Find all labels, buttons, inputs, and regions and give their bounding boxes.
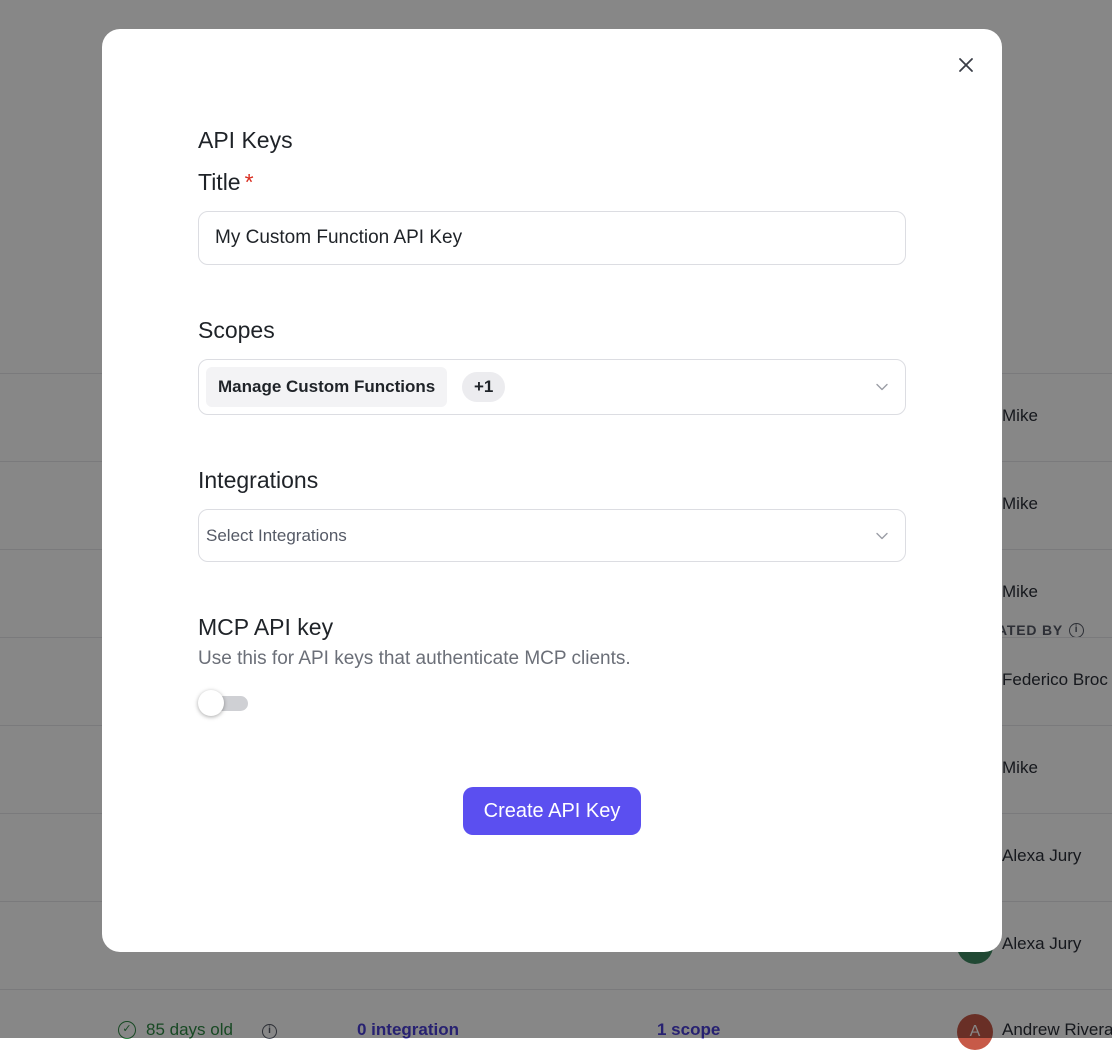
scopes-label: Scopes xyxy=(198,317,275,343)
title-input[interactable] xyxy=(198,211,906,265)
toggle-knob xyxy=(198,690,224,716)
integrations-label: Integrations xyxy=(198,467,319,493)
close-button[interactable] xyxy=(954,53,978,77)
title-label: Title * xyxy=(198,169,254,195)
scopes-more-badge[interactable]: +1 xyxy=(462,372,506,402)
mcp-toggle[interactable] xyxy=(198,690,250,716)
scope-chip[interactable]: Manage Custom Functions xyxy=(206,367,448,407)
integrations-select[interactable]: Select Integrations xyxy=(198,509,906,562)
create-api-key-modal: API Keys Title* Scopes Manage Custom Fun… xyxy=(102,29,1002,952)
mcp-label: MCP API key xyxy=(198,614,334,640)
mcp-description: Use this for API keys that authenticate … xyxy=(198,648,631,669)
scopes-select[interactable]: Manage Custom Functions +1 xyxy=(198,359,906,415)
close-icon xyxy=(959,58,973,72)
required-asterisk: * xyxy=(244,169,254,195)
chevron-down-icon xyxy=(876,383,888,391)
modal-heading: API Keys xyxy=(198,127,293,153)
integrations-placeholder: Select Integrations xyxy=(206,526,347,545)
create-api-key-button[interactable]: Create API Key xyxy=(463,787,641,835)
chevron-down-icon xyxy=(876,532,888,540)
